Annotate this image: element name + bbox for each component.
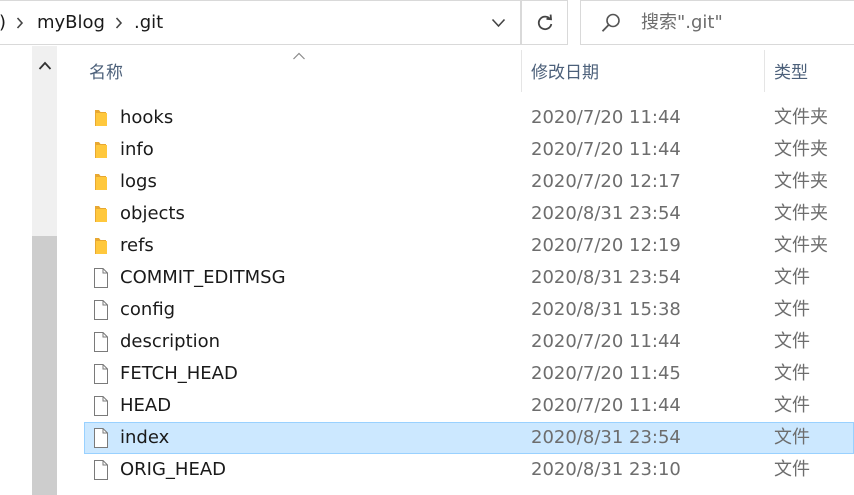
breadcrumb-partial[interactable]: ) [0, 12, 6, 34]
file-date: 2020/8/31 23:54 [531, 427, 681, 448]
vertical-scrollbar[interactable] [32, 46, 57, 495]
column-divider[interactable] [764, 50, 765, 92]
file-date: 2020/7/20 12:19 [531, 235, 681, 256]
folder-icon [91, 171, 111, 193]
file-date: 2020/7/20 11:44 [531, 395, 681, 416]
file-row[interactable]: logs 2020/7/20 12:17 文件夹 [84, 166, 854, 198]
search-icon [601, 13, 620, 32]
file-date: 2020/8/31 23:10 [531, 459, 681, 480]
breadcrumb-chevron-icon[interactable] [16, 16, 24, 30]
search-input[interactable]: 搜索".git" [580, 0, 854, 45]
address-history-dropdown-icon[interactable] [491, 18, 506, 28]
scroll-up-button[interactable] [32, 46, 57, 86]
file-name: index [120, 427, 170, 448]
refresh-icon [537, 14, 552, 30]
file-row[interactable]: description 2020/7/20 11:44 文件 [84, 326, 854, 358]
file-type: 文件 [774, 299, 810, 320]
address-bar[interactable]: ) myBlog .git [0, 0, 521, 45]
file-row[interactable]: HEAD 2020/7/20 11:44 文件 [84, 390, 854, 422]
file-row[interactable]: config 2020/8/31 15:38 文件 [84, 294, 854, 326]
file-icon [91, 459, 111, 481]
search-placeholder[interactable]: 搜索".git" [641, 12, 723, 34]
file-date: 2020/7/20 12:17 [531, 171, 681, 192]
file-date: 2020/8/31 23:54 [531, 203, 681, 224]
file-row-selected[interactable]: index 2020/8/31 23:54 文件 [84, 422, 854, 454]
breadcrumb-git[interactable]: .git [134, 12, 163, 34]
file-name: description [120, 331, 221, 352]
file-type: 文件 [774, 363, 810, 384]
file-row[interactable]: objects 2020/8/31 23:54 文件夹 [84, 198, 854, 230]
file-date: 2020/8/31 23:54 [531, 267, 681, 288]
file-date: 2020/7/20 11:44 [531, 107, 681, 128]
file-row[interactable]: refs 2020/7/20 12:19 文件夹 [84, 230, 854, 262]
folder-icon [91, 235, 111, 257]
file-name: HEAD [120, 395, 172, 416]
breadcrumb-myblog[interactable]: myBlog [37, 12, 105, 34]
file-icon [91, 395, 111, 417]
file-name: COMMIT_EDITMSG [120, 267, 286, 288]
file-date: 2020/7/20 11:45 [531, 363, 681, 384]
file-type: 文件 [774, 331, 810, 352]
file-row[interactable]: COMMIT_EDITMSG 2020/8/31 23:54 文件 [84, 262, 854, 294]
breadcrumb-chevron-icon[interactable] [115, 16, 123, 30]
column-header-type[interactable]: 类型 [774, 62, 808, 84]
refresh-button[interactable] [521, 0, 568, 45]
file-date: 2020/8/31 15:38 [531, 299, 681, 320]
file-date: 2020/7/20 11:44 [531, 331, 681, 352]
file-name: hooks [120, 107, 174, 128]
file-type: 文件夹 [774, 203, 828, 224]
file-name: config [120, 299, 176, 320]
file-icon [91, 331, 111, 353]
column-header-date[interactable]: 修改日期 [531, 62, 599, 84]
file-type: 文件夹 [774, 235, 828, 256]
file-name: refs [120, 235, 154, 256]
column-header-name[interactable]: 名称 [89, 62, 123, 84]
scroll-thumb[interactable] [32, 236, 57, 495]
file-type: 文件夹 [774, 107, 828, 128]
file-date: 2020/7/20 11:44 [531, 139, 681, 160]
file-row[interactable]: hooks 2020/7/20 11:44 文件夹 [84, 102, 854, 134]
file-type: 文件 [774, 427, 810, 448]
file-icon [91, 363, 111, 385]
file-row[interactable]: FETCH_HEAD 2020/7/20 11:45 文件 [84, 358, 854, 390]
folder-icon [91, 139, 111, 161]
file-name: ORIG_HEAD [120, 459, 227, 480]
column-divider[interactable] [521, 50, 522, 92]
folder-icon [91, 203, 111, 225]
file-row[interactable]: ORIG_HEAD 2020/8/31 23:10 文件 [84, 454, 854, 486]
file-type: 文件夹 [774, 139, 828, 160]
file-type: 文件 [774, 267, 810, 288]
sort-ascending-icon [293, 52, 305, 60]
file-name: logs [120, 171, 157, 192]
file-row[interactable]: info 2020/7/20 11:44 文件夹 [84, 134, 854, 166]
file-type: 文件 [774, 459, 810, 480]
file-icon [91, 427, 111, 449]
file-type: 文件夹 [774, 171, 828, 192]
folder-icon [91, 107, 111, 129]
file-name: info [120, 139, 154, 160]
file-icon [91, 267, 111, 289]
file-type: 文件 [774, 395, 810, 416]
file-name: FETCH_HEAD [120, 363, 238, 384]
file-icon [91, 299, 111, 321]
file-name: objects [120, 203, 185, 224]
chevron-up-icon [38, 61, 51, 70]
